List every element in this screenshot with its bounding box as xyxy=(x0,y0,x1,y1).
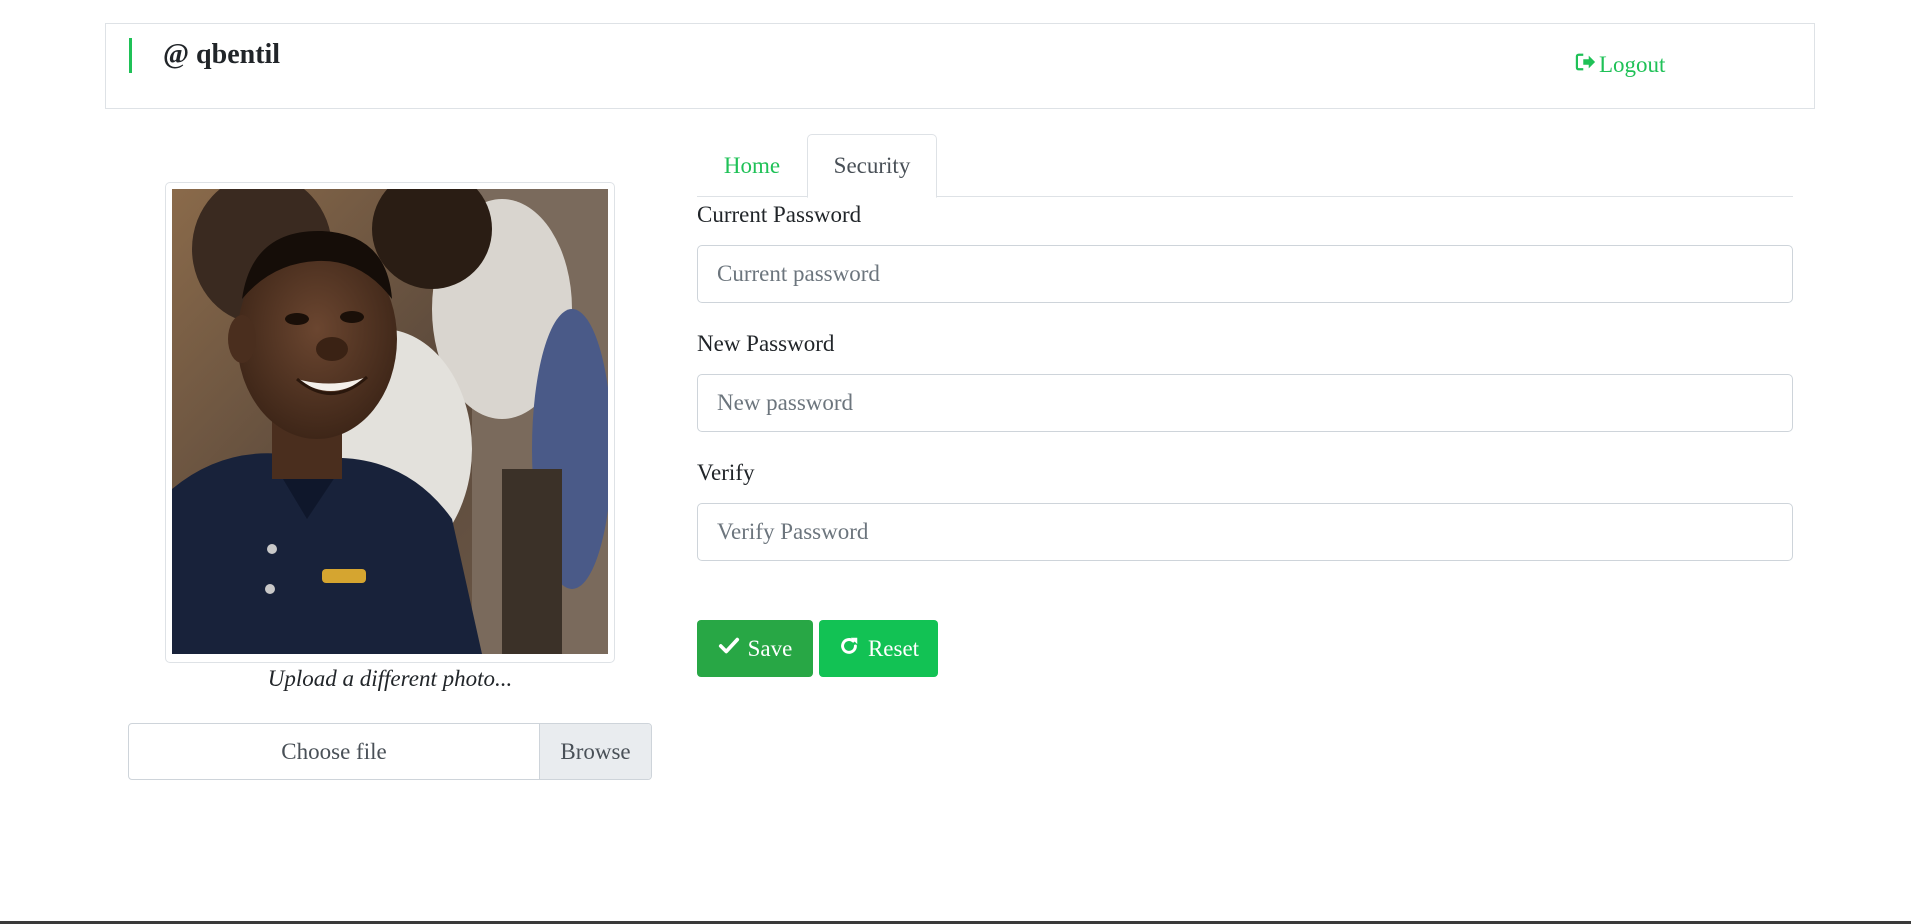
browse-button[interactable]: Browse xyxy=(539,724,651,779)
refresh-icon xyxy=(838,635,860,663)
new-password-input[interactable] xyxy=(697,374,1793,432)
save-button[interactable]: Save xyxy=(697,620,813,677)
page-header: @ qbentil Logout xyxy=(105,23,1815,109)
profile-photo xyxy=(172,189,608,654)
tab-security[interactable]: Security xyxy=(807,134,937,198)
profile-photo-frame xyxy=(165,182,615,663)
header-accent-bar xyxy=(129,38,132,73)
current-password-label: Current Password xyxy=(697,202,862,227)
logout-label: Logout xyxy=(1599,52,1666,77)
photo-caption: Upload a different photo... xyxy=(267,666,513,691)
reset-label: Reset xyxy=(867,635,920,661)
save-label: Save xyxy=(747,635,793,661)
username-heading: @ qbentil xyxy=(163,39,281,70)
new-password-label: New Password xyxy=(697,331,835,356)
reset-button[interactable]: Reset xyxy=(819,620,938,677)
choose-file-label[interactable]: Choose file xyxy=(129,724,539,779)
file-upload-input[interactable]: Choose file Browse xyxy=(128,723,652,780)
current-password-input[interactable] xyxy=(697,245,1793,303)
tab-home[interactable]: Home xyxy=(697,134,807,197)
sign-out-icon xyxy=(1575,52,1597,78)
logout-link[interactable]: Logout xyxy=(1575,52,1665,78)
check-icon xyxy=(718,635,740,663)
verify-password-input[interactable] xyxy=(697,503,1793,561)
verify-password-label: Verify xyxy=(697,460,755,485)
tab-bar: Home Security xyxy=(697,134,1793,198)
